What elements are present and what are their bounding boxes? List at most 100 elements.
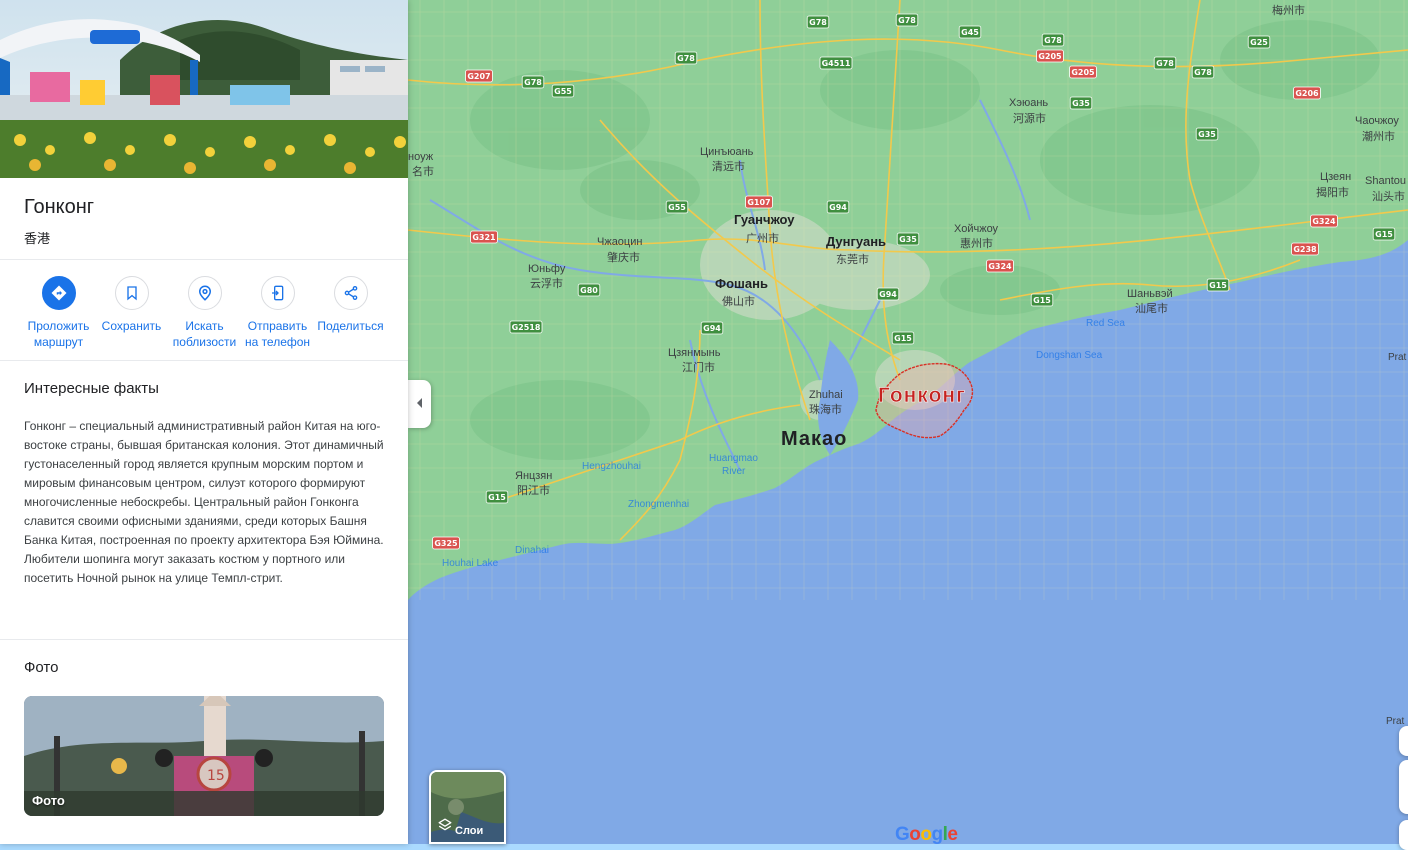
directions-button[interactable]: Проложить маршрут — [22, 276, 95, 350]
city-yunfu: Юньфу — [528, 263, 566, 275]
highway-shield-label: G325 — [434, 539, 458, 548]
city-shanwei-zh: 汕尾市 — [1135, 301, 1168, 315]
city-chaozhou-zh: 潮州市 — [1362, 129, 1395, 143]
city-meizhou: 梅州市 — [1272, 3, 1305, 17]
directions-label: Проложить маршрут — [27, 319, 90, 349]
water-huangmao-river: River — [722, 466, 746, 477]
hong-kong-label[interactable]: Гонконг — [878, 384, 966, 408]
highway-shield-label: G238 — [1293, 245, 1317, 254]
send-to-phone-button[interactable]: Отправить на телефон — [241, 276, 314, 350]
highway-shield-label: G15 — [488, 493, 506, 502]
place-native-name: 香港 — [24, 231, 51, 246]
highway-shield-label: G55 — [554, 87, 572, 96]
divider — [0, 360, 408, 361]
city-dongguan-zh: 东莞市 — [836, 252, 869, 266]
send-to-phone-icon — [260, 276, 295, 310]
highway-shield-label: G45 — [961, 28, 979, 37]
share-icon — [333, 276, 368, 310]
highway-shield-label: G78 — [677, 54, 695, 63]
nearby-button[interactable]: Искать поблизости — [168, 276, 241, 350]
save-button[interactable]: Сохранить — [95, 276, 168, 350]
edge-label-top: Prat — [1388, 352, 1407, 363]
google-logo: Google — [895, 824, 958, 845]
city-qingyuan: Цинъюань — [700, 146, 754, 158]
city-shanwei: Шаньвэй — [1127, 288, 1173, 300]
highway-shield-label: G35 — [1198, 130, 1216, 139]
photos-card-label: Фото — [32, 793, 65, 808]
city-maoming: ноуж — [408, 151, 434, 163]
chevron-left-icon — [416, 395, 424, 413]
directions-icon — [41, 276, 76, 310]
photo-thumbnail: 15 — [24, 696, 384, 816]
layers-icon — [438, 818, 452, 837]
highway-shield-label: G94 — [879, 290, 897, 299]
city-yangjiang-zh: 阳江市 — [517, 483, 550, 497]
divider — [0, 639, 408, 640]
highway-shield-label: G324 — [988, 262, 1012, 271]
layers-button[interactable]: Слои — [429, 770, 506, 844]
city-foshan: Фошань — [715, 276, 768, 291]
highway-shield-label: G55 — [668, 203, 686, 212]
highway-shield-label: G94 — [829, 203, 847, 212]
bookmark-icon — [114, 276, 149, 310]
share-button[interactable]: Поделиться — [314, 276, 387, 350]
highway-shield-label: G15 — [1375, 230, 1393, 239]
water-dongshan-sea: Dongshan Sea — [1036, 350, 1103, 361]
highway-shield-label: G205 — [1071, 68, 1095, 77]
city-jiangmen-zh: 江门市 — [682, 360, 715, 374]
water-red-sea: Red Sea — [1086, 318, 1125, 329]
city-huizhou-zh: 惠州市 — [960, 236, 993, 250]
water-dinahai: Dinahai — [515, 545, 549, 556]
highway-shield-label: G78 — [1194, 68, 1212, 77]
hero-photo[interactable] — [0, 0, 408, 178]
highway-shield-label: G321 — [472, 233, 496, 242]
highway-shield-label: G2518 — [512, 323, 541, 332]
facts-heading: Интересные факты — [24, 380, 159, 397]
save-label: Сохранить — [101, 319, 162, 333]
highway-shield-label: G35 — [1072, 99, 1090, 108]
photos-card[interactable]: 15 Фото — [24, 696, 384, 816]
water-huangmao: Huangmao — [709, 453, 758, 464]
layers-label: Слои — [455, 825, 484, 837]
city-foshan-zh: 佛山市 — [722, 294, 755, 308]
zoom-control[interactable] — [1399, 760, 1408, 814]
city-yangjiang: Янцзян — [515, 470, 552, 482]
highway-shield-label: G78 — [1156, 59, 1174, 68]
highway-shield-label: G15 — [1033, 296, 1051, 305]
facts-description: Гонконг – специальный административный р… — [24, 419, 384, 585]
water-houhai-lake: Houhai Lake — [442, 558, 499, 569]
city-guangzhou: Гуанчжоу — [734, 212, 795, 227]
highway-shield-label: G205 — [1038, 52, 1062, 61]
city-shantou: Shantou — [1365, 175, 1406, 187]
city-heyuan-zh: 河源市 — [1013, 111, 1046, 125]
city-qingyuan-zh: 清远市 — [712, 159, 745, 173]
city-jieyang-zh: 揭阳市 — [1316, 185, 1349, 199]
water-zhongmenhai: Zhongmenhai — [628, 499, 689, 510]
city-macau[interactable]: Макао — [781, 428, 847, 450]
share-label: Поделиться — [317, 319, 384, 333]
highway-shield-label: G4511 — [822, 59, 851, 68]
highway-shield-label: G207 — [467, 72, 490, 81]
nearby-label: Искать поблизости — [172, 319, 237, 349]
city-jiangmen: Цзянмынь — [668, 347, 721, 359]
highway-shield-label: G25 — [1250, 38, 1268, 47]
highway-shield-label: G78 — [898, 16, 916, 25]
city-maoming-zh: 名市 — [412, 164, 434, 178]
city-zhaoqing-zh: 肇庆市 — [607, 250, 640, 264]
city-shantou-zh: 汕头市 — [1372, 189, 1405, 203]
city-heyuan: Хэюань — [1009, 97, 1048, 109]
city-zhuhai-zh: 珠海市 — [809, 402, 842, 416]
send-to-phone-label: Отправить на телефон — [244, 319, 311, 349]
city-guangzhou-zh: 广州市 — [746, 231, 779, 245]
city-huizhou: Хойчжоу — [954, 223, 999, 235]
svg-text:15: 15 — [207, 768, 225, 784]
highway-shield-label: G15 — [1209, 281, 1227, 290]
pegman-button[interactable] — [1399, 820, 1408, 850]
water-hengzhouhai: Hengzhouhai — [582, 461, 641, 472]
divider — [0, 259, 408, 260]
highway-shield-label: G78 — [809, 18, 827, 27]
highway-shield-label: G78 — [524, 78, 542, 87]
place-title: Гонконг — [24, 196, 95, 218]
collapse-panel-button[interactable] — [408, 380, 431, 428]
location-button[interactable] — [1399, 726, 1408, 756]
